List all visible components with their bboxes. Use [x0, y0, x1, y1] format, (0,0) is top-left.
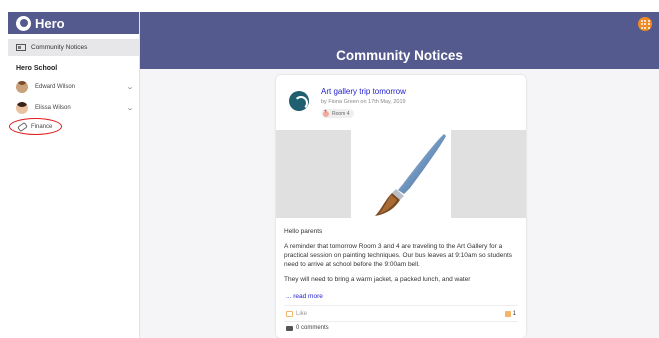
- class-tag: Room 4: [321, 109, 354, 118]
- child-name: Elissa Wilson: [35, 104, 71, 111]
- class-tag-label: Room 4: [332, 110, 350, 117]
- chevron-down-icon[interactable]: ⌄: [123, 83, 137, 91]
- avatar: [16, 101, 28, 114]
- avatar: [16, 80, 28, 93]
- app-name: Hero: [35, 15, 65, 31]
- header: Community Notices: [140, 12, 659, 69]
- notice-meta: by Fiona Green on 17th May, 2019: [321, 99, 406, 105]
- sidebar: Hero Community Notices Hero School Edwar…: [8, 12, 140, 338]
- sidebar-child-elissa[interactable]: Elissa Wilson ⌄: [8, 97, 139, 118]
- notice-paragraph: They will need to bring a warm jacket, a…: [284, 276, 471, 283]
- sidebar-item-community-notices[interactable]: Community Notices: [8, 39, 139, 56]
- school-name: Hero School: [16, 65, 58, 72]
- thumbs-up-icon[interactable]: [286, 310, 293, 317]
- sidebar-item-label: Community Notices: [31, 44, 88, 51]
- notice-body: Hello parents A reminder that tomorrow R…: [284, 227, 520, 290]
- main-area: Community Notices Art gallery trip tomor…: [140, 12, 659, 338]
- paintbrush-icon: [375, 134, 446, 216]
- comments-count: 0 comments: [296, 325, 329, 331]
- likes-count-icon: [504, 310, 511, 317]
- read-more-link[interactable]: ... read more: [286, 293, 323, 300]
- notice-header: Art gallery trip tomorrow by Fiona Green…: [276, 75, 526, 130]
- noticeboard-icon: [16, 44, 26, 51]
- notice-card: Art gallery trip tomorrow by Fiona Green…: [276, 75, 526, 338]
- likes-count: 1: [512, 310, 516, 317]
- divider: [284, 321, 518, 322]
- notices-feed: Art gallery trip tomorrow by Fiona Green…: [140, 69, 659, 338]
- sidebar-item-finance[interactable]: Finance: [8, 118, 139, 135]
- divider: [284, 305, 518, 306]
- school-logo: [289, 91, 309, 111]
- image-placeholder-right: [451, 130, 526, 218]
- chevron-down-icon[interactable]: ⌄: [123, 104, 137, 112]
- brand-bar[interactable]: Hero: [8, 12, 139, 34]
- comments-link[interactable]: 0 comments: [286, 325, 329, 331]
- sidebar-child-edward[interactable]: Edward Wilson ⌄: [8, 76, 139, 97]
- class-icon: [323, 109, 329, 117]
- comment-icon: [286, 325, 293, 331]
- image-placeholder-left: [276, 130, 351, 218]
- hero-logo-icon: [16, 15, 31, 31]
- notice-greeting: Hello parents: [284, 228, 323, 235]
- paintbrush-image[interactable]: [351, 130, 451, 218]
- like-row: Like 1: [286, 309, 516, 318]
- like-button[interactable]: Like: [296, 311, 307, 317]
- menu-grid-icon[interactable]: [638, 17, 652, 31]
- child-name: Edward Wilson: [35, 83, 76, 90]
- notice-title[interactable]: Art gallery trip tomorrow: [321, 87, 406, 96]
- page-title: Community Notices: [336, 48, 463, 63]
- notice-paragraph: A reminder that tomorrow Room 3 and 4 ar…: [284, 243, 512, 268]
- notice-image-gallery[interactable]: [276, 130, 526, 218]
